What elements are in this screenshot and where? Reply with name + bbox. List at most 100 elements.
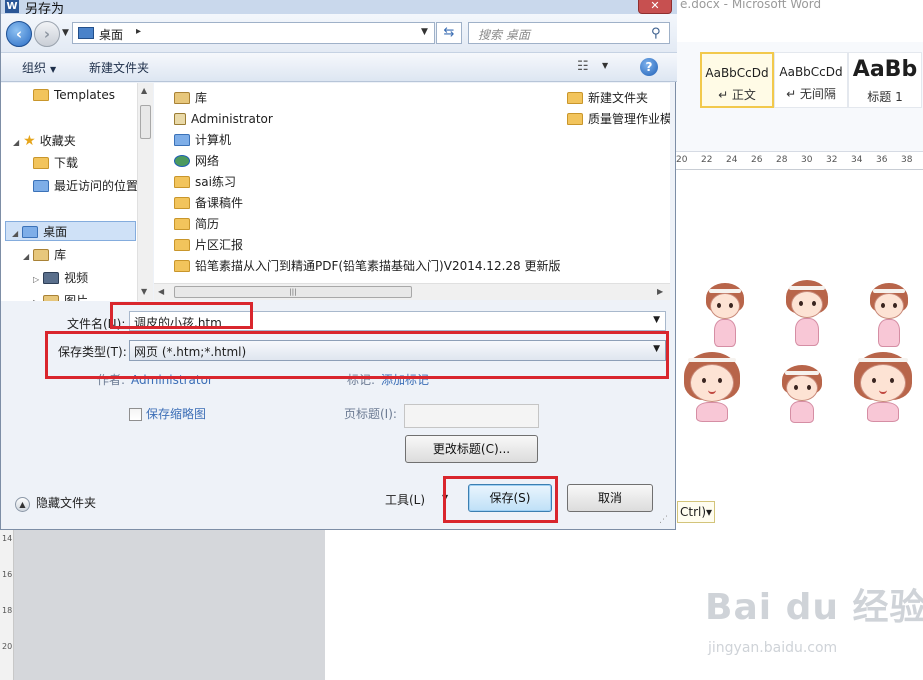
file-item-folder[interactable]: sai练习: [174, 172, 236, 192]
collapsed-icon[interactable]: ▷: [33, 275, 39, 284]
file-list-scrollbar[interactable]: ◀ ||| ▶: [154, 283, 670, 300]
save-button[interactable]: 保存(S): [468, 484, 552, 512]
scroll-right-icon[interactable]: ▶: [657, 287, 663, 296]
style-no-spacing[interactable]: AaBbCcDd ↵ 无间隔: [774, 52, 848, 108]
filename-field[interactable]: 调皮的小孩.htm ▼: [129, 311, 666, 331]
nav-item-pictures[interactable]: ▷ 图片: [33, 291, 88, 301]
recent-locations-dropdown[interactable]: ▼: [62, 28, 69, 38]
tags-field[interactable]: 标记: 添加标记: [347, 371, 429, 388]
chevron-down-icon[interactable]: ▼: [602, 61, 608, 70]
cartoon-girl-sticker: [780, 280, 836, 350]
expand-icon[interactable]: ◢: [13, 138, 19, 147]
file-item-network[interactable]: 网络: [174, 151, 219, 171]
file-item-folder[interactable]: 备课稿件: [174, 193, 243, 213]
file-name: 片区汇报: [195, 238, 244, 252]
nav-item-templates[interactable]: Templates: [33, 85, 115, 105]
chevron-down-icon[interactable]: ▼: [653, 344, 660, 354]
desktop-icon: [78, 27, 94, 39]
folder-icon: [567, 92, 583, 104]
document-margin-area: [0, 530, 325, 680]
help-icon[interactable]: ?: [640, 58, 658, 76]
scroll-left-icon[interactable]: ◀: [158, 287, 164, 296]
style-normal[interactable]: AaBbCcDd ↵ 正文: [700, 52, 774, 108]
expand-icon[interactable]: ◢: [23, 252, 29, 261]
organize-button[interactable]: 组织 ▼: [22, 59, 56, 76]
refresh-button[interactable]: ⇆: [436, 22, 462, 44]
ruler-tick: 20: [676, 155, 688, 165]
pictures-icon: [43, 295, 60, 301]
nav-item-label: Templates: [54, 88, 116, 102]
nav-item-favorites[interactable]: ◢ ★ 收藏夹: [13, 131, 76, 151]
nav-item-label: 视频: [64, 271, 89, 285]
search-placeholder[interactable]: 搜索 桌面: [478, 26, 530, 43]
horizontal-ruler: 20 22 24 26 28 30 32 34 36 38: [676, 152, 923, 170]
file-item-library[interactable]: 库: [174, 88, 207, 108]
folder-icon: [567, 113, 583, 125]
save-thumbnail-label[interactable]: 保存缩略图: [146, 405, 206, 422]
tags-value[interactable]: 添加标记: [381, 373, 429, 387]
baidu-watermark: Bai du 经验: [705, 587, 923, 628]
scroll-up-icon[interactable]: ▲: [141, 86, 147, 95]
back-button[interactable]: ‹: [6, 21, 32, 47]
chevron-down-icon[interactable]: ▼: [653, 315, 660, 325]
file-item-folder[interactable]: 质量管理作业模: [567, 109, 670, 129]
vertical-ruler: 14 16 18 20: [0, 530, 14, 680]
nav-item-label: 最近访问的位置: [54, 179, 139, 193]
filename-value[interactable]: 调皮的小孩.htm: [134, 314, 222, 331]
ruler-tick: 26: [751, 155, 763, 165]
ruler-tick: 34: [851, 155, 863, 165]
cartoon-girl-sticker: [866, 283, 912, 353]
view-options-icon[interactable]: ☷: [577, 59, 589, 74]
nav-item-downloads[interactable]: 下载: [33, 153, 78, 173]
address-location[interactable]: 桌面: [99, 26, 123, 43]
style-heading-1[interactable]: AaBb 标题 1: [848, 52, 922, 108]
address-dropdown-icon[interactable]: ▼: [421, 27, 428, 37]
file-item-computer[interactable]: 计算机: [174, 130, 231, 150]
cancel-button[interactable]: 取消: [567, 484, 653, 512]
file-item-folder[interactable]: 简历: [174, 214, 219, 234]
folder-icon: [174, 218, 190, 230]
video-icon: [43, 272, 60, 284]
close-button[interactable]: ✕: [638, 0, 672, 14]
author-field[interactable]: 作者: Administrator: [97, 371, 213, 388]
address-bar[interactable]: 桌面 ▸ ▼: [72, 22, 435, 44]
nav-item-videos[interactable]: ▷ 视频: [33, 268, 88, 288]
scroll-down-icon[interactable]: ▼: [141, 287, 147, 296]
forward-button[interactable]: ›: [34, 21, 60, 47]
breadcrumb-arrow-icon[interactable]: ▸: [136, 26, 141, 37]
nav-item-desktop[interactable]: ◢ 桌面: [5, 221, 136, 241]
nav-item-label: 库: [54, 248, 67, 262]
word-app-icon: W: [5, 0, 19, 13]
cartoon-girl-sticker: [700, 283, 750, 353]
collapsed-icon[interactable]: ▷: [33, 298, 39, 301]
chevron-down-icon[interactable]: ▼: [442, 493, 448, 502]
style-sample: AaBbCcDd: [705, 66, 769, 80]
tools-button[interactable]: 工具(L): [385, 491, 425, 508]
file-item-folder[interactable]: 铅笔素描从入门到精通PDF(铅笔素描基础入门)V2014.12.28 更新版: [174, 256, 560, 276]
file-item-folder[interactable]: 片区汇报: [174, 235, 243, 255]
hide-folders-toggle[interactable]: ▲ 隐藏文件夹: [15, 494, 96, 512]
file-name: 新建文件夹: [588, 91, 649, 105]
scrollbar-thumb[interactable]: [140, 105, 151, 139]
user-icon: [174, 113, 186, 125]
change-title-button[interactable]: 更改标题(C)...: [405, 435, 538, 463]
filetype-select[interactable]: 网页 (*.htm;*.html) ▼: [129, 340, 666, 361]
ruler-tick: 22: [701, 155, 713, 165]
new-folder-button[interactable]: 新建文件夹: [89, 59, 149, 76]
resize-grip-icon[interactable]: ⋰: [659, 515, 668, 525]
file-item-folder[interactable]: 新建文件夹: [567, 88, 648, 108]
search-icon[interactable]: ⚲: [651, 26, 661, 41]
search-box[interactable]: 搜索 桌面 ⚲: [468, 22, 670, 44]
author-value[interactable]: Administrator: [131, 373, 213, 387]
dialog-titlebar[interactable]: W 另存为 ✕: [1, 0, 677, 17]
file-item-administrator[interactable]: Administrator: [174, 109, 273, 129]
word-title: e.docx - Microsoft Word: [680, 0, 822, 10]
nav-item-recent-places[interactable]: 最近访问的位置: [33, 176, 138, 196]
page-title-field[interactable]: [404, 404, 539, 428]
save-thumbnail-checkbox[interactable]: [129, 408, 142, 421]
scrollbar-thumb[interactable]: |||: [174, 286, 412, 298]
nav-item-libraries[interactable]: ◢ 库: [23, 245, 66, 265]
nav-pane-scrollbar[interactable]: ▲ ▼: [137, 83, 153, 301]
expand-icon[interactable]: ◢: [12, 229, 18, 238]
paste-options-button[interactable]: Ctrl)▾: [677, 501, 715, 523]
